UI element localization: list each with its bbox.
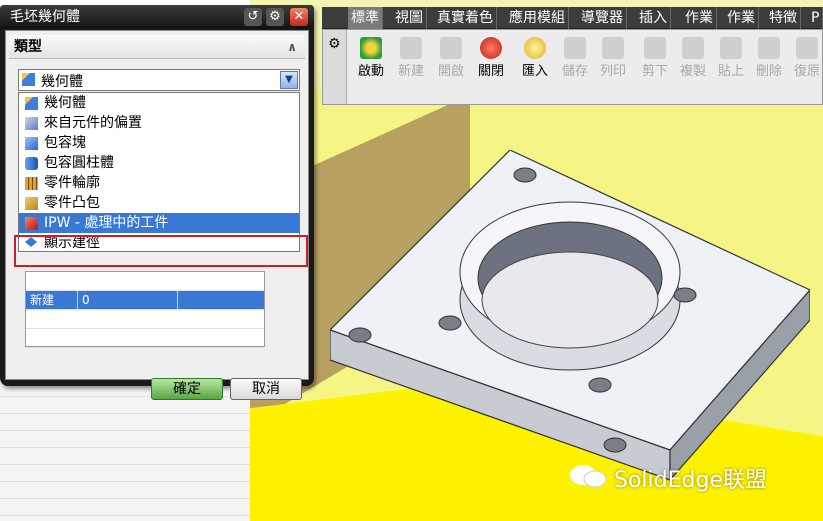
dropdown-item-selected[interactable]: IPW - 處理中的工件	[19, 213, 299, 233]
menu-standard[interactable]: 標準	[348, 7, 383, 29]
new-icon	[400, 37, 422, 59]
copy-icon	[682, 37, 704, 59]
table-cell: 新建	[26, 291, 78, 310]
menu-insert[interactable]: 插入	[636, 7, 671, 29]
bounding-block-icon	[25, 137, 38, 150]
start-icon	[360, 37, 382, 59]
ok-button[interactable]: 確定	[151, 378, 223, 400]
print-button[interactable]: 列印	[593, 34, 633, 94]
paste-icon	[720, 37, 742, 59]
standard-toolbar: ⚙ 啟動 新建 開啟 關閉 匯入 儲存 列印 剪下 複製 貼上 刪除 復原	[322, 29, 823, 105]
table-cell: 0	[78, 291, 178, 310]
cut-icon	[644, 37, 666, 59]
import-icon	[524, 37, 546, 59]
open-button[interactable]: 開啟	[431, 34, 471, 94]
dropdown-item[interactable]: 包容圓柱體	[19, 153, 299, 173]
group-label: 類型	[14, 39, 42, 55]
dialog-body: 類型 ∧ 幾何體 ▼ 新建 0 幾何體 來自元件的偏置 包容塊 包容圓柱體 零件…	[5, 30, 309, 400]
list-item[interactable]	[0, 499, 250, 516]
part-outline-icon	[25, 177, 38, 190]
collapse-caret-icon[interactable]: ∧	[287, 35, 297, 59]
dropdown-item[interactable]: 零件輪廓	[19, 173, 299, 193]
undo-button[interactable]: 復原	[787, 34, 823, 94]
wechat-icon	[570, 465, 607, 488]
table-row[interactable]	[26, 272, 264, 291]
open-icon	[440, 37, 462, 59]
table-row[interactable]	[26, 329, 264, 348]
save-icon	[564, 37, 586, 59]
close-button[interactable]: 關閉	[471, 34, 511, 94]
watermark: SolidEdge联盟	[614, 468, 767, 493]
print-icon	[602, 37, 624, 59]
chevron-down-icon[interactable]: ▼	[280, 71, 298, 89]
table-row[interactable]: 新建 0	[26, 291, 264, 310]
menu-navigator[interactable]: 導覽器	[578, 7, 627, 29]
type-select[interactable]: 幾何體 ▼	[18, 69, 300, 91]
start-button[interactable]: 啟動	[351, 34, 391, 94]
delete-button[interactable]: 刪除	[749, 34, 789, 94]
dropdown-item[interactable]: 零件凸包	[19, 193, 299, 213]
dropdown-item[interactable]: 幾何體	[19, 93, 299, 113]
workpiece-model[interactable]	[330, 150, 810, 490]
geometry-icon	[22, 73, 35, 86]
table-row[interactable]	[26, 310, 264, 329]
menu-shading[interactable]: 真實着色	[434, 7, 497, 29]
cut-button[interactable]: 剪下	[635, 34, 675, 94]
reset-icon[interactable]: ↺	[244, 8, 262, 26]
type-group-header[interactable]: 類型 ∧	[9, 35, 305, 59]
new-button[interactable]: 新建	[391, 34, 431, 94]
menu-more[interactable]: P	[808, 7, 823, 29]
menu-view[interactable]: 視圖	[392, 7, 427, 29]
save-button[interactable]: 儲存	[555, 34, 595, 94]
cancel-button[interactable]: 取消	[230, 378, 302, 400]
app-screen: 標準 視圖 真實着色 應用模組 導覽器 插入 作業 作業 特徵 P ⚙ 啟動 新…	[0, 0, 823, 521]
menu-applications[interactable]: 應用模組	[506, 7, 569, 29]
ipw-icon	[25, 217, 38, 230]
settings-gear-icon[interactable]: ⚙	[266, 8, 284, 26]
import-button[interactable]: 匯入	[515, 34, 555, 94]
delete-icon	[758, 37, 780, 59]
dropdown-item[interactable]: 來自元件的偏置	[19, 113, 299, 133]
copy-button[interactable]: 複製	[673, 34, 713, 94]
blank-geometry-dialog: 毛坯幾何體 ↺ ⚙ ✕ 類型 ∧ 幾何體 ▼ 新建 0 幾何體 來自元件的偏置 …	[0, 5, 314, 400]
toolbar-grip[interactable]: ⚙	[323, 30, 347, 104]
geometry-icon	[25, 97, 38, 110]
close-icon	[480, 37, 502, 59]
paste-button[interactable]: 貼上	[711, 34, 751, 94]
menu-features[interactable]: 特徵	[766, 7, 801, 29]
convex-hull-icon	[25, 197, 38, 210]
close-icon[interactable]: ✕	[290, 8, 308, 26]
offset-icon	[25, 117, 38, 130]
undo-icon	[796, 37, 818, 59]
gear-icon[interactable]: ⚙	[328, 36, 341, 52]
type-select-value: 幾何體	[41, 74, 83, 90]
list-item[interactable]	[0, 414, 250, 431]
list-item[interactable]	[0, 465, 250, 482]
list-item[interactable]	[0, 431, 250, 448]
list-item[interactable]	[0, 482, 250, 499]
list-item[interactable]	[0, 448, 250, 465]
type-dropdown-list: 幾何體 來自元件的偏置 包容塊 包容圓柱體 零件輪廓 零件凸包 IPW - 處理…	[18, 92, 300, 252]
menu-bar: 標準 視圖 真實着色 應用模組 導覽器 插入 作業 作業 特徵 P	[322, 7, 823, 29]
bounding-cylinder-icon	[25, 157, 38, 170]
menu-operation-1[interactable]: 作業	[682, 7, 717, 29]
highlight-box	[14, 235, 308, 267]
menu-operation-2[interactable]: 作業	[724, 7, 759, 29]
navigator-panel	[0, 380, 250, 521]
geometry-table: 新建 0	[25, 271, 265, 348]
dropdown-item[interactable]: 包容塊	[19, 133, 299, 153]
